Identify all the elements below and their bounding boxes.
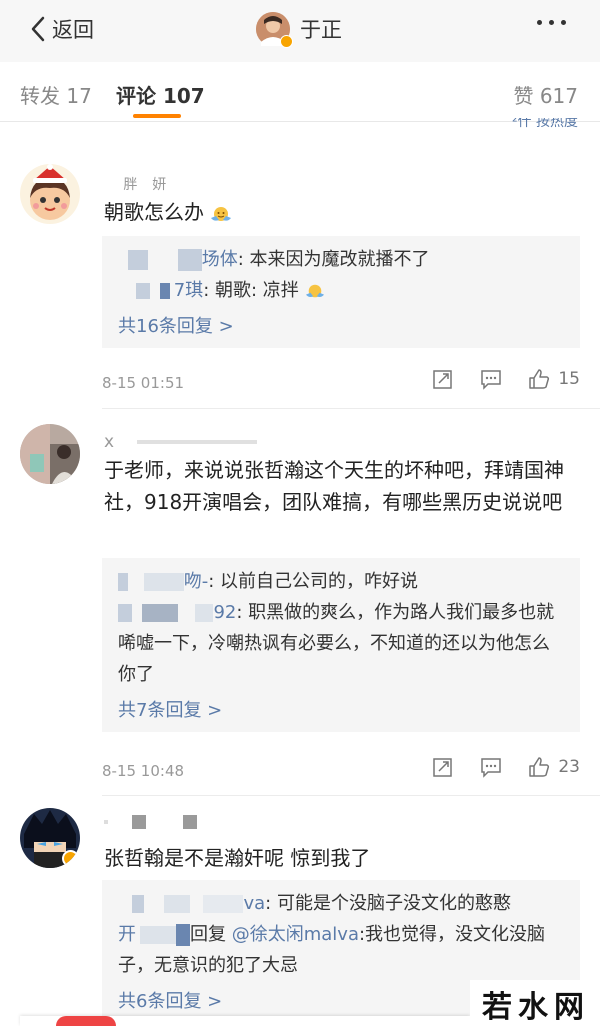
top-nav-bar: 返回 于正 bbox=[0, 0, 600, 62]
reply-username[interactable]: 吻- bbox=[184, 571, 209, 592]
blurred-name bbox=[118, 573, 128, 591]
comment-meta: 8-15 01:51 15 bbox=[102, 368, 580, 398]
reply-text: : 朝歌: 凉拌 bbox=[203, 280, 299, 301]
next-comment-peek bbox=[20, 1016, 470, 1026]
reply-text: : 职黑做的爽么，作为路人我们最多也就唏嘘一下，冷嘲热讽有必要么，不知道的还以为… bbox=[118, 602, 555, 685]
blurred-name bbox=[176, 924, 190, 946]
like-count: 15 bbox=[558, 369, 580, 389]
blurred-name bbox=[137, 440, 258, 444]
back-button[interactable]: 返回 bbox=[30, 14, 94, 44]
more-menu-icon[interactable] bbox=[537, 20, 566, 25]
reply-line: 吻-: 以前自己公司的，咋好说 bbox=[118, 566, 564, 597]
active-tab-indicator bbox=[133, 114, 181, 118]
reply-text: : 可能是个没脑子没文化的憨憨 bbox=[265, 893, 511, 914]
like-icon[interactable] bbox=[528, 756, 550, 778]
repost-icon[interactable] bbox=[432, 756, 454, 778]
reply-line: 开回复 @徐太闲malva:我也觉得，没文化没脑子，无意识的犯了大忌 bbox=[118, 919, 564, 981]
chevron-left-icon bbox=[31, 16, 45, 42]
reply-line: 92: 职黑做的爽么，作为路人我们最多也就唏嘘一下，冷嘲热讽有必要么，不知道的还… bbox=[118, 597, 564, 690]
blurred-name bbox=[159, 283, 170, 299]
reply-username[interactable]: va bbox=[243, 893, 265, 914]
page-title: 于正 bbox=[300, 18, 342, 42]
watermark-text: 若水网 bbox=[482, 990, 590, 1025]
blurred-name bbox=[140, 926, 176, 944]
blurred-name bbox=[195, 604, 214, 622]
tab-likes[interactable]: 赞 617 bbox=[513, 80, 578, 109]
reply-line: va: 可能是个没脑子没文化的憨憨 bbox=[118, 888, 564, 919]
back-label: 返回 bbox=[52, 18, 94, 42]
view-replies-link[interactable]: 共16条回复 > bbox=[118, 312, 564, 338]
reply-line: 场体: 本来因为魔改就播不了 bbox=[118, 244, 564, 275]
avatar-image bbox=[20, 164, 80, 224]
reply-preview-box[interactable]: 吻-: 以前自己公司的，咋好说 92: 职黑做的爽么，作为路人我们最多也就唏嘘一… bbox=[102, 558, 580, 732]
blurred-name bbox=[163, 895, 190, 913]
comment-icon[interactable] bbox=[480, 368, 502, 390]
sort-toggle[interactable]: ²什 按热度 bbox=[512, 118, 578, 130]
comment-icon[interactable] bbox=[480, 756, 502, 778]
hug-emoji-icon bbox=[305, 284, 324, 298]
avatar[interactable] bbox=[20, 808, 80, 868]
comment-body: 朝歌怎么办 bbox=[104, 200, 204, 224]
username[interactable] bbox=[104, 814, 197, 830]
comment-date: 8-15 10:48 bbox=[102, 762, 185, 780]
comment-date: 8-15 01:51 bbox=[102, 374, 185, 392]
watermark: 若水网 bbox=[470, 980, 600, 1026]
reply-preview-box[interactable]: 场体: 本来因为魔改就播不了 7琪: 朝歌: 凉拌 共16条回复 > bbox=[102, 236, 580, 348]
reply-username[interactable]: 开 bbox=[118, 924, 136, 945]
comment-meta: 8-15 10:48 23 bbox=[102, 756, 580, 786]
comment-text: 于老师，来说说张哲瀚这个天生的坏种吧，拜靖国神社，918开演唱会，团队难搞，有哪… bbox=[104, 458, 564, 514]
reply-username[interactable]: 92 bbox=[213, 602, 236, 623]
blurred-name bbox=[182, 815, 197, 829]
blurred-name bbox=[177, 249, 202, 271]
divider bbox=[102, 795, 600, 796]
tab-bar: 转发 17 评论 107 赞 617 bbox=[0, 62, 600, 122]
like-count: 23 bbox=[558, 757, 580, 777]
blurred-name bbox=[141, 604, 178, 622]
verified-badge-icon bbox=[62, 850, 79, 867]
avatar[interactable] bbox=[20, 424, 80, 484]
hug-emoji-icon bbox=[211, 206, 232, 221]
blurred-name bbox=[128, 250, 148, 270]
reply-username[interactable]: 场体 bbox=[202, 249, 238, 270]
repost-icon[interactable] bbox=[432, 368, 454, 390]
blurred-name bbox=[132, 815, 147, 829]
blurred-name bbox=[118, 604, 132, 622]
reply-line: 7琪: 朝歌: 凉拌 bbox=[118, 275, 564, 306]
reply-text: : 本来因为魔改就播不了 bbox=[237, 249, 430, 270]
reply-username[interactable]: 7琪 bbox=[174, 280, 203, 301]
reply-text: 回复 bbox=[190, 924, 226, 945]
nav-title[interactable]: 于正 bbox=[256, 12, 342, 48]
username[interactable]: 胖 妍 bbox=[104, 174, 168, 194]
comment-text: 朝歌怎么办 bbox=[104, 196, 584, 228]
avatar-image bbox=[20, 424, 80, 484]
blurred-name bbox=[104, 820, 108, 824]
like-icon[interactable] bbox=[528, 368, 550, 390]
blurred-name bbox=[136, 283, 150, 299]
blurred-name bbox=[132, 895, 144, 913]
tab-reposts[interactable]: 转发 17 bbox=[20, 80, 92, 109]
divider bbox=[102, 408, 600, 409]
comment-text: 张哲翰是不是瀚奸呢 惊到我了 bbox=[104, 846, 371, 870]
blurred-name bbox=[203, 895, 244, 913]
avatar[interactable] bbox=[20, 164, 80, 224]
view-replies-link[interactable]: 共7条回复 > bbox=[118, 696, 564, 722]
blurred-name bbox=[143, 573, 184, 591]
reply-text: : 以前自己公司的，咋好说 bbox=[208, 571, 419, 592]
username[interactable]: x bbox=[104, 432, 258, 452]
tab-comments[interactable]: 评论 107 bbox=[116, 80, 205, 109]
reply-mention[interactable]: @徐太闲malva bbox=[232, 924, 359, 945]
verified-badge-icon bbox=[280, 35, 293, 48]
author-avatar[interactable] bbox=[256, 12, 293, 48]
